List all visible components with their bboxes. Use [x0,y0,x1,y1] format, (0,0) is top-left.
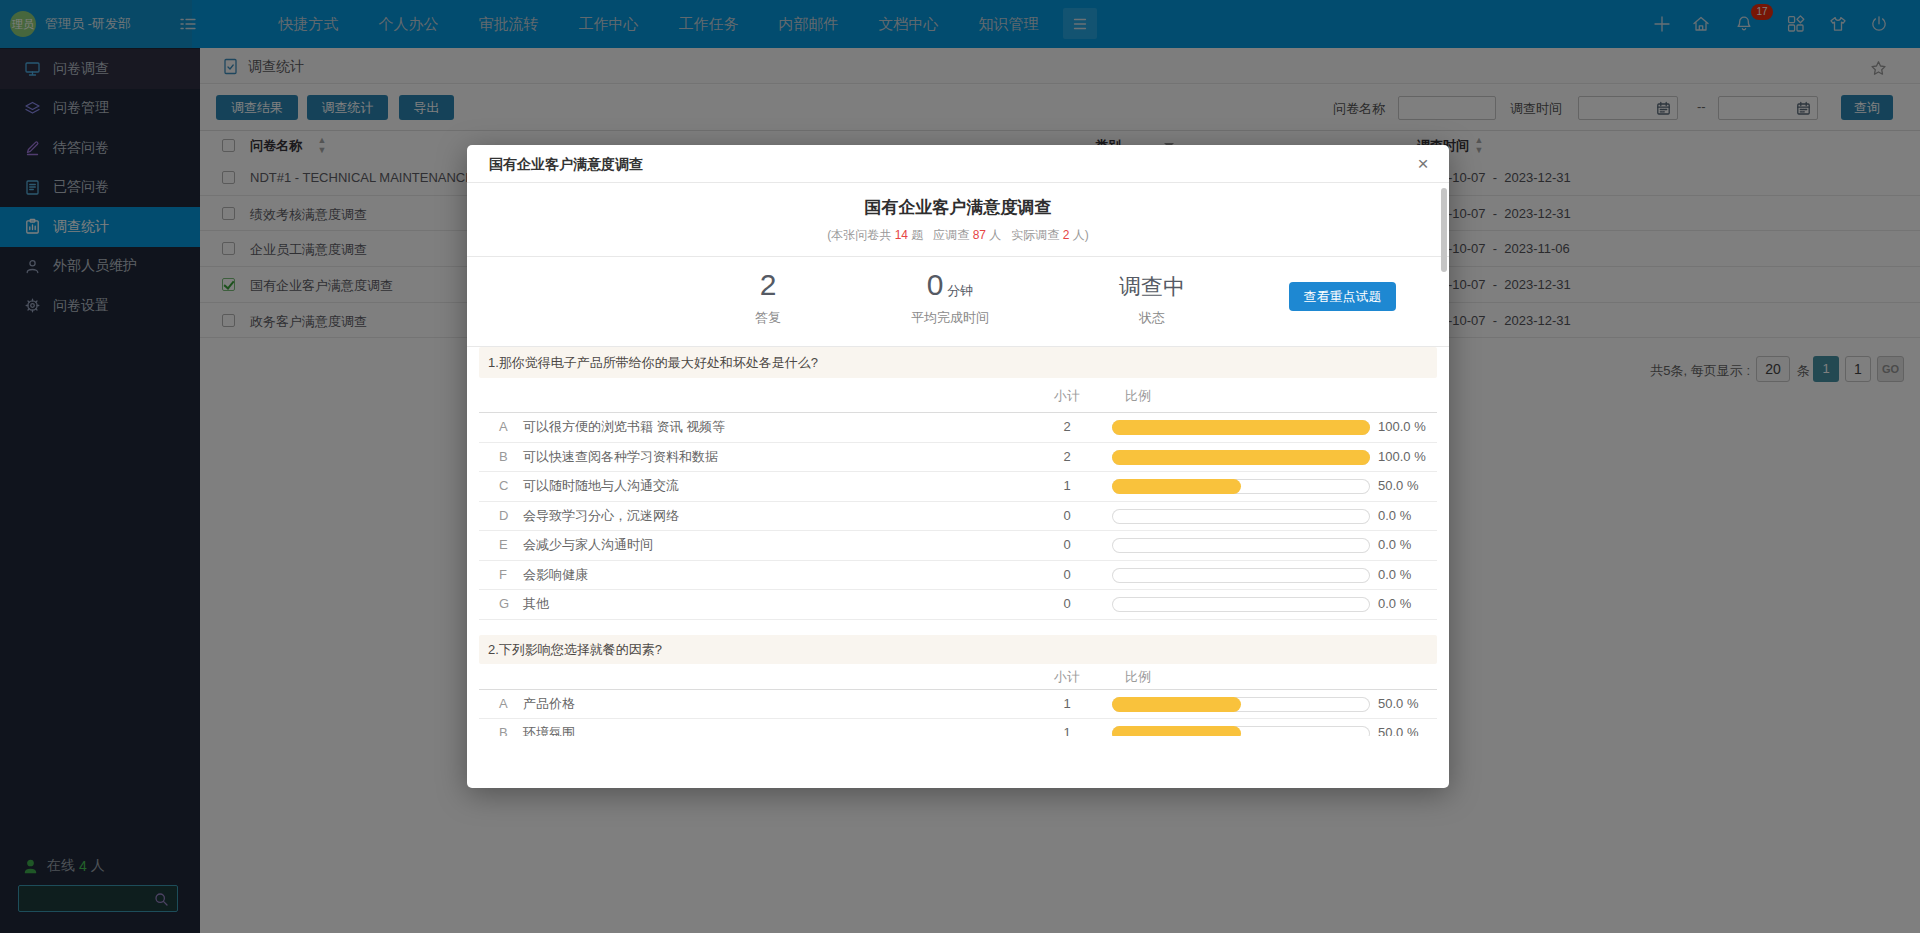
answer-ratio-bar [1112,726,1370,736]
answer-ratio-bar [1112,697,1370,712]
close-icon[interactable]: × [1413,154,1433,174]
answer-text: 其他 [523,590,549,618]
answer-pct: 100.0 % [1378,413,1426,441]
answer-key: A [499,690,508,718]
answer-ratio-bar [1112,420,1370,435]
answer-text: 产品价格 [523,690,575,718]
answer-row: G 其他 0 0.0 % [479,590,1437,620]
answer-text: 会影响健康 [523,561,588,589]
answer-count: 2 [1039,413,1095,441]
answer-ratio-bar [1112,479,1370,494]
modal-header: 国有企业客户满意度调查 × [467,145,1449,183]
answer-row: D 会导致学习分心，沉迷网络 0 0.0 % [479,502,1437,532]
answer-pct: 50.0 % [1378,719,1418,736]
answer-key: A [499,413,508,441]
answer-key: E [499,531,508,559]
answer-text: 可以很方便的浏览书籍 资讯 视频等 [523,413,725,441]
answer-count: 1 [1039,719,1095,736]
view-key-questions-button[interactable]: 查看重点试题 [1289,282,1396,311]
answer-pct: 0.0 % [1378,502,1411,530]
answer-row: A 可以很方便的浏览书籍 资讯 视频等 2 100.0 % [479,413,1437,443]
answer-key: G [499,590,509,618]
answer-ratio-bar [1112,509,1370,524]
answer-row: B 环境氛围 1 50.0 % [479,719,1437,736]
answer-pct: 0.0 % [1378,531,1411,559]
modal-scrollbar[interactable] [1441,188,1447,272]
answer-pct: 50.0 % [1378,472,1418,500]
answer-text: 可以随时随地与人沟通交流 [523,472,679,500]
survey-title: 国有企业客户满意度调查 [479,196,1437,218]
answer-ratio-bar [1112,568,1370,583]
modal-body: 国有企业客户满意度调查 (本张问卷共 14 题 应调查 87 人 实际调查 2 … [467,183,1449,736]
answer-pct: 100.0 % [1378,443,1426,471]
answer-key: B [499,443,508,471]
survey-stats-modal: 国有企业客户满意度调查 × 国有企业客户满意度调查 (本张问卷共 14 题 应调… [467,145,1449,788]
answer-count: 1 [1039,690,1095,718]
answer-row: C 可以随时随地与人沟通交流 1 50.0 % [479,472,1437,502]
answer-text: 环境氛围 [523,719,575,736]
answer-pct: 0.0 % [1378,561,1411,589]
answer-count: 2 [1039,443,1095,471]
answer-count: 0 [1039,561,1095,589]
answer-row: E 会减少与家人沟通时间 0 0.0 % [479,531,1437,561]
stat-label: 平均完成时间 [880,309,1020,327]
question-title: 1.那你觉得电子产品所带给你的最大好处和坏处各是什么? [479,347,1437,378]
stat-label: 答复 [698,309,838,327]
col-subtotal: 小计 [1039,664,1095,690]
answer-count: 1 [1039,472,1095,500]
col-subtotal: 小计 [1039,378,1095,414]
survey-stats-row: 查看重点试题 2答复0 分钟平均完成时间调查中状态 [479,257,1437,346]
answer-ratio-bar [1112,450,1370,465]
answer-text: 可以快速查阅各种学习资料和数据 [523,443,718,471]
question-title: 2.下列影响您选择就餐的因素? [479,635,1437,664]
question-columns-header: 小计 比例 [479,664,1437,690]
answer-pct: 50.0 % [1378,690,1418,718]
answer-count: 0 [1039,590,1095,618]
col-ratio: 比例 [1125,378,1151,414]
modal-title: 国有企业客户满意度调查 [489,145,643,183]
answer-text: 会导致学习分心，沉迷网络 [523,502,679,530]
answer-count: 0 [1039,531,1095,559]
stat-2: 0 分钟平均完成时间 [880,257,1020,327]
answer-key: F [499,561,507,589]
answer-ratio-bar [1112,597,1370,612]
answer-key: D [499,502,508,530]
stat-value: 2 [698,268,838,304]
answer-key: C [499,472,508,500]
stat-value: 0 分钟 [880,268,1020,304]
question-columns-header: 小计比例 [479,378,1437,413]
answer-row: F 会影响健康 0 0.0 % [479,561,1437,591]
answer-row: A 产品价格 1 50.0 % [479,690,1437,720]
answer-ratio-bar [1112,538,1370,553]
stat-value: 调查中 [1082,268,1222,304]
col-ratio: 比例 [1125,664,1151,690]
answer-pct: 0.0 % [1378,590,1411,618]
survey-meta: (本张问卷共 14 题 应调查 87 人 实际调查 2 人) [479,227,1437,244]
answer-count: 0 [1039,502,1095,530]
stat-3: 调查中状态 [1082,257,1222,327]
stat-label: 状态 [1082,309,1222,327]
answer-key: B [499,719,508,736]
answer-text: 会减少与家人沟通时间 [523,531,653,559]
app-root: 理员 管理员 -研发部 快捷方式个人办公审批流转工作中心工作任务内部邮件文档中心… [0,0,1920,933]
answer-row: B 可以快速查阅各种学习资料和数据 2 100.0 % [479,443,1437,473]
stat-1: 2 答复 [698,257,838,327]
